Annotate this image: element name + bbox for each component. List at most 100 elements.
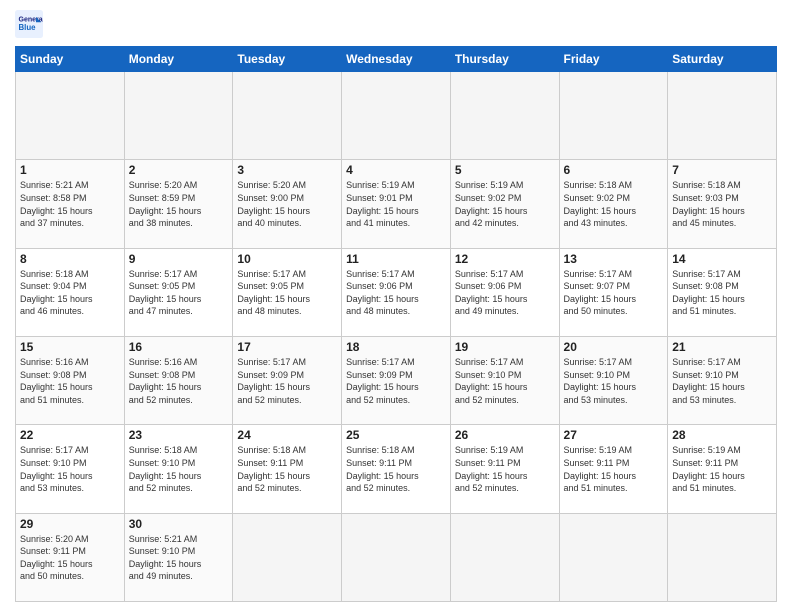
day-info: Sunrise: 5:17 AM Sunset: 9:09 PM Dayligh… [346,356,446,406]
table-row: 17 Sunrise: 5:17 AM Sunset: 9:09 PM Dayli… [233,336,342,424]
table-row: 27 Sunrise: 5:19 AM Sunset: 9:11 PM Dayli… [559,425,668,513]
table-row: 13 Sunrise: 5:17 AM Sunset: 9:07 PM Dayli… [559,248,668,336]
day-number: 23 [129,428,229,442]
table-row [342,513,451,601]
day-info: Sunrise: 5:19 AM Sunset: 9:11 PM Dayligh… [564,444,664,494]
col-monday: Monday [124,47,233,72]
day-number: 19 [455,340,555,354]
table-row: 1 Sunrise: 5:21 AM Sunset: 8:58 PM Daylig… [16,160,125,248]
day-number: 20 [564,340,664,354]
calendar-row [16,72,777,160]
day-number: 4 [346,163,446,177]
day-number: 25 [346,428,446,442]
table-row: 15 Sunrise: 5:16 AM Sunset: 9:08 PM Dayli… [16,336,125,424]
day-number: 5 [455,163,555,177]
day-number: 27 [564,428,664,442]
day-number: 17 [237,340,337,354]
col-thursday: Thursday [450,47,559,72]
table-row: 28 Sunrise: 5:19 AM Sunset: 9:11 PM Dayli… [668,425,777,513]
table-row: 6 Sunrise: 5:18 AM Sunset: 9:02 PM Daylig… [559,160,668,248]
day-number: 12 [455,252,555,266]
table-row [342,72,451,160]
page: General Blue Sunday Monday Tuesday Wedne… [0,0,792,612]
table-row: 16Sunrise: 5:16 AM Sunset: 9:08 PM Dayli… [124,336,233,424]
table-row [559,513,668,601]
day-info: Sunrise: 5:17 AM Sunset: 9:10 PM Dayligh… [672,356,772,406]
day-info: Sunrise: 5:17 AM Sunset: 9:09 PM Dayligh… [237,356,337,406]
day-info: Sunrise: 5:17 AM Sunset: 9:10 PM Dayligh… [564,356,664,406]
day-number: 11 [346,252,446,266]
day-info: Sunrise: 5:20 AM Sunset: 8:59 PM Dayligh… [129,179,229,229]
day-number: 18 [346,340,446,354]
day-number: 13 [564,252,664,266]
table-row: 23Sunrise: 5:18 AM Sunset: 9:10 PM Dayli… [124,425,233,513]
logo: General Blue [15,10,47,38]
calendar-header-row: Sunday Monday Tuesday Wednesday Thursday… [16,47,777,72]
day-number: 1 [20,163,120,177]
table-row: 3 Sunrise: 5:20 AM Sunset: 9:00 PM Daylig… [233,160,342,248]
day-info: Sunrise: 5:17 AM Sunset: 9:05 PM Dayligh… [237,268,337,318]
day-number: 9 [129,252,229,266]
table-row: 5Sunrise: 5:19 AM Sunset: 9:02 PM Daylig… [450,160,559,248]
day-number: 14 [672,252,772,266]
day-number: 29 [20,517,120,531]
col-saturday: Saturday [668,47,777,72]
day-info: Sunrise: 5:18 AM Sunset: 9:11 PM Dayligh… [346,444,446,494]
svg-text:Blue: Blue [19,23,37,32]
table-row [450,513,559,601]
table-row: 12 Sunrise: 5:17 AM Sunset: 9:06 PM Dayli… [450,248,559,336]
day-info: Sunrise: 5:19 AM Sunset: 9:11 PM Dayligh… [455,444,555,494]
table-row: 10Sunrise: 5:17 AM Sunset: 9:05 PM Dayli… [233,248,342,336]
table-row: 11 Sunrise: 5:17 AM Sunset: 9:06 PM Dayli… [342,248,451,336]
table-row: 21 Sunrise: 5:17 AM Sunset: 9:10 PM Dayli… [668,336,777,424]
day-number: 15 [20,340,120,354]
table-row [233,72,342,160]
table-row [450,72,559,160]
table-row: 9 Sunrise: 5:17 AM Sunset: 9:05 PM Daylig… [124,248,233,336]
day-info: Sunrise: 5:18 AM Sunset: 9:03 PM Dayligh… [672,179,772,229]
table-row [559,72,668,160]
table-row: 7 Sunrise: 5:18 AM Sunset: 9:03 PM Daylig… [668,160,777,248]
col-wednesday: Wednesday [342,47,451,72]
table-row: 20 Sunrise: 5:17 AM Sunset: 9:10 PM Dayli… [559,336,668,424]
day-info: Sunrise: 5:18 AM Sunset: 9:04 PM Dayligh… [20,268,120,318]
day-info: Sunrise: 5:20 AM Sunset: 9:00 PM Dayligh… [237,179,337,229]
col-friday: Friday [559,47,668,72]
day-info: Sunrise: 5:17 AM Sunset: 9:06 PM Dayligh… [346,268,446,318]
table-row: 4Sunrise: 5:19 AM Sunset: 9:01 PM Daylig… [342,160,451,248]
day-number: 2 [129,163,229,177]
calendar-row: 15 Sunrise: 5:16 AM Sunset: 9:08 PM Dayli… [16,336,777,424]
day-info: Sunrise: 5:19 AM Sunset: 9:11 PM Dayligh… [672,444,772,494]
table-row [668,72,777,160]
calendar-row: 1 Sunrise: 5:21 AM Sunset: 8:58 PM Daylig… [16,160,777,248]
day-number: 21 [672,340,772,354]
day-number: 28 [672,428,772,442]
day-number: 26 [455,428,555,442]
day-number: 6 [564,163,664,177]
calendar-row: 22Sunrise: 5:17 AM Sunset: 9:10 PM Dayli… [16,425,777,513]
day-info: Sunrise: 5:17 AM Sunset: 9:10 PM Dayligh… [455,356,555,406]
day-info: Sunrise: 5:17 AM Sunset: 9:05 PM Dayligh… [129,268,229,318]
table-row [233,513,342,601]
day-info: Sunrise: 5:17 AM Sunset: 9:06 PM Dayligh… [455,268,555,318]
table-row [16,72,125,160]
day-info: Sunrise: 5:17 AM Sunset: 9:07 PM Dayligh… [564,268,664,318]
day-number: 24 [237,428,337,442]
day-info: Sunrise: 5:18 AM Sunset: 9:02 PM Dayligh… [564,179,664,229]
table-row: 30 Sunrise: 5:21 AM Sunset: 9:10 PM Dayli… [124,513,233,601]
day-info: Sunrise: 5:20 AM Sunset: 9:11 PM Dayligh… [20,533,120,583]
table-row: 18 Sunrise: 5:17 AM Sunset: 9:09 PM Dayli… [342,336,451,424]
day-info: Sunrise: 5:16 AM Sunset: 9:08 PM Dayligh… [20,356,120,406]
table-row: 8Sunrise: 5:18 AM Sunset: 9:04 PM Daylig… [16,248,125,336]
col-tuesday: Tuesday [233,47,342,72]
header: General Blue [15,10,777,38]
day-info: Sunrise: 5:21 AM Sunset: 9:10 PM Dayligh… [129,533,229,583]
day-number: 3 [237,163,337,177]
day-number: 30 [129,517,229,531]
table-row: 25 Sunrise: 5:18 AM Sunset: 9:11 PM Dayli… [342,425,451,513]
table-row: 22Sunrise: 5:17 AM Sunset: 9:10 PM Dayli… [16,425,125,513]
day-number: 7 [672,163,772,177]
calendar-table: Sunday Monday Tuesday Wednesday Thursday… [15,46,777,602]
day-info: Sunrise: 5:21 AM Sunset: 8:58 PM Dayligh… [20,179,120,229]
col-sunday: Sunday [16,47,125,72]
